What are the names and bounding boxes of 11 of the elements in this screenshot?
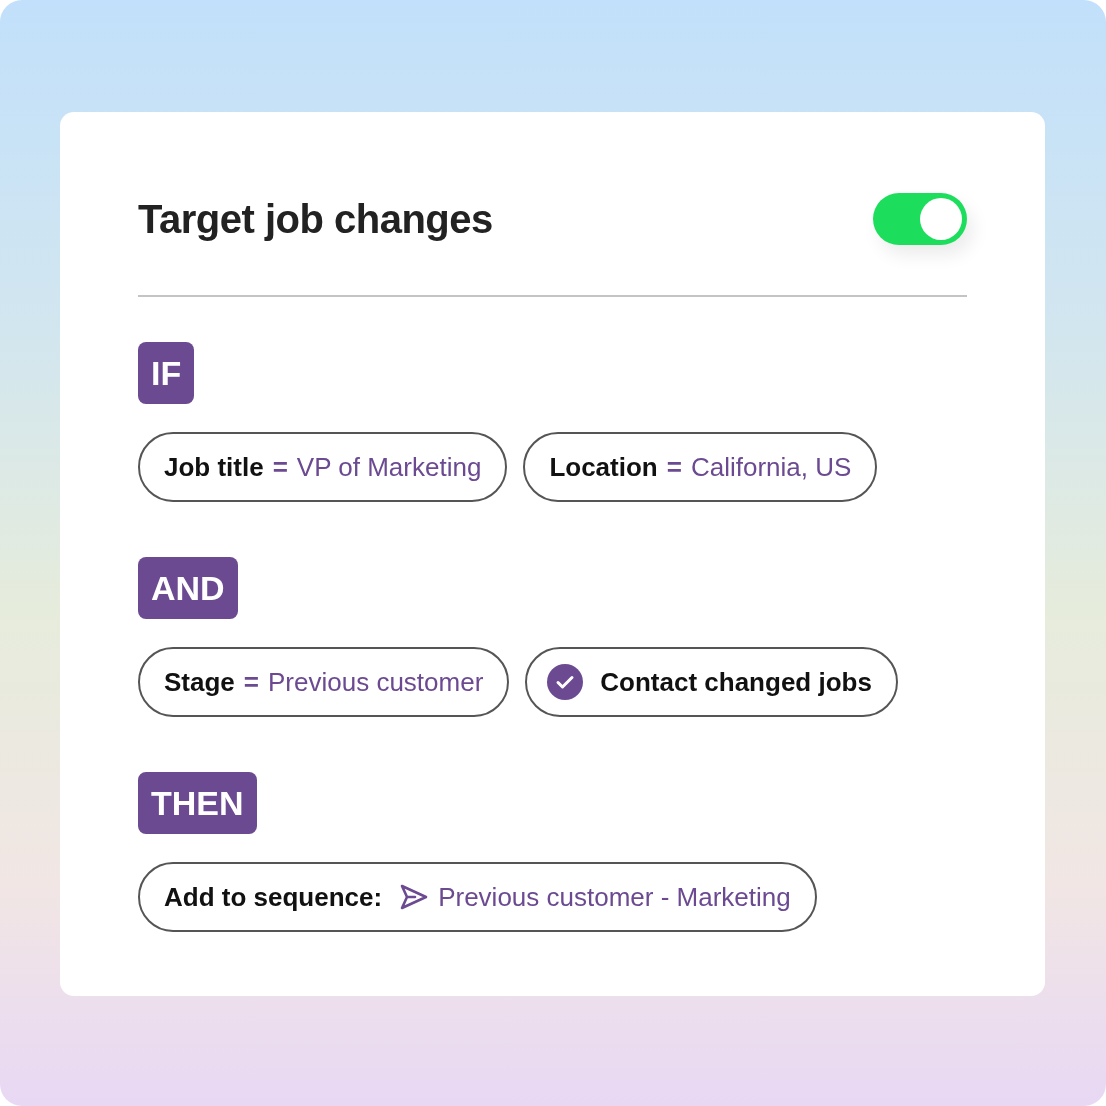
- rule-title: Target job changes: [138, 196, 493, 242]
- send-icon: [399, 883, 430, 911]
- logic-badge: IF: [138, 342, 195, 404]
- condition-chip[interactable]: Location = California, US: [523, 432, 878, 502]
- logic-badge: THEN: [138, 772, 257, 834]
- action-chip[interactable]: Add to sequence: Previous customer - Marketing: [138, 862, 817, 932]
- condition-chip[interactable]: Stage = Previous customer: [138, 647, 510, 717]
- condition-chip[interactable]: Contact changed jobs: [525, 647, 898, 717]
- condition-chip[interactable]: Job title = VP of Marketing: [138, 432, 508, 502]
- toggle-switch[interactable]: [873, 193, 967, 245]
- logic-badge: AND: [138, 557, 238, 619]
